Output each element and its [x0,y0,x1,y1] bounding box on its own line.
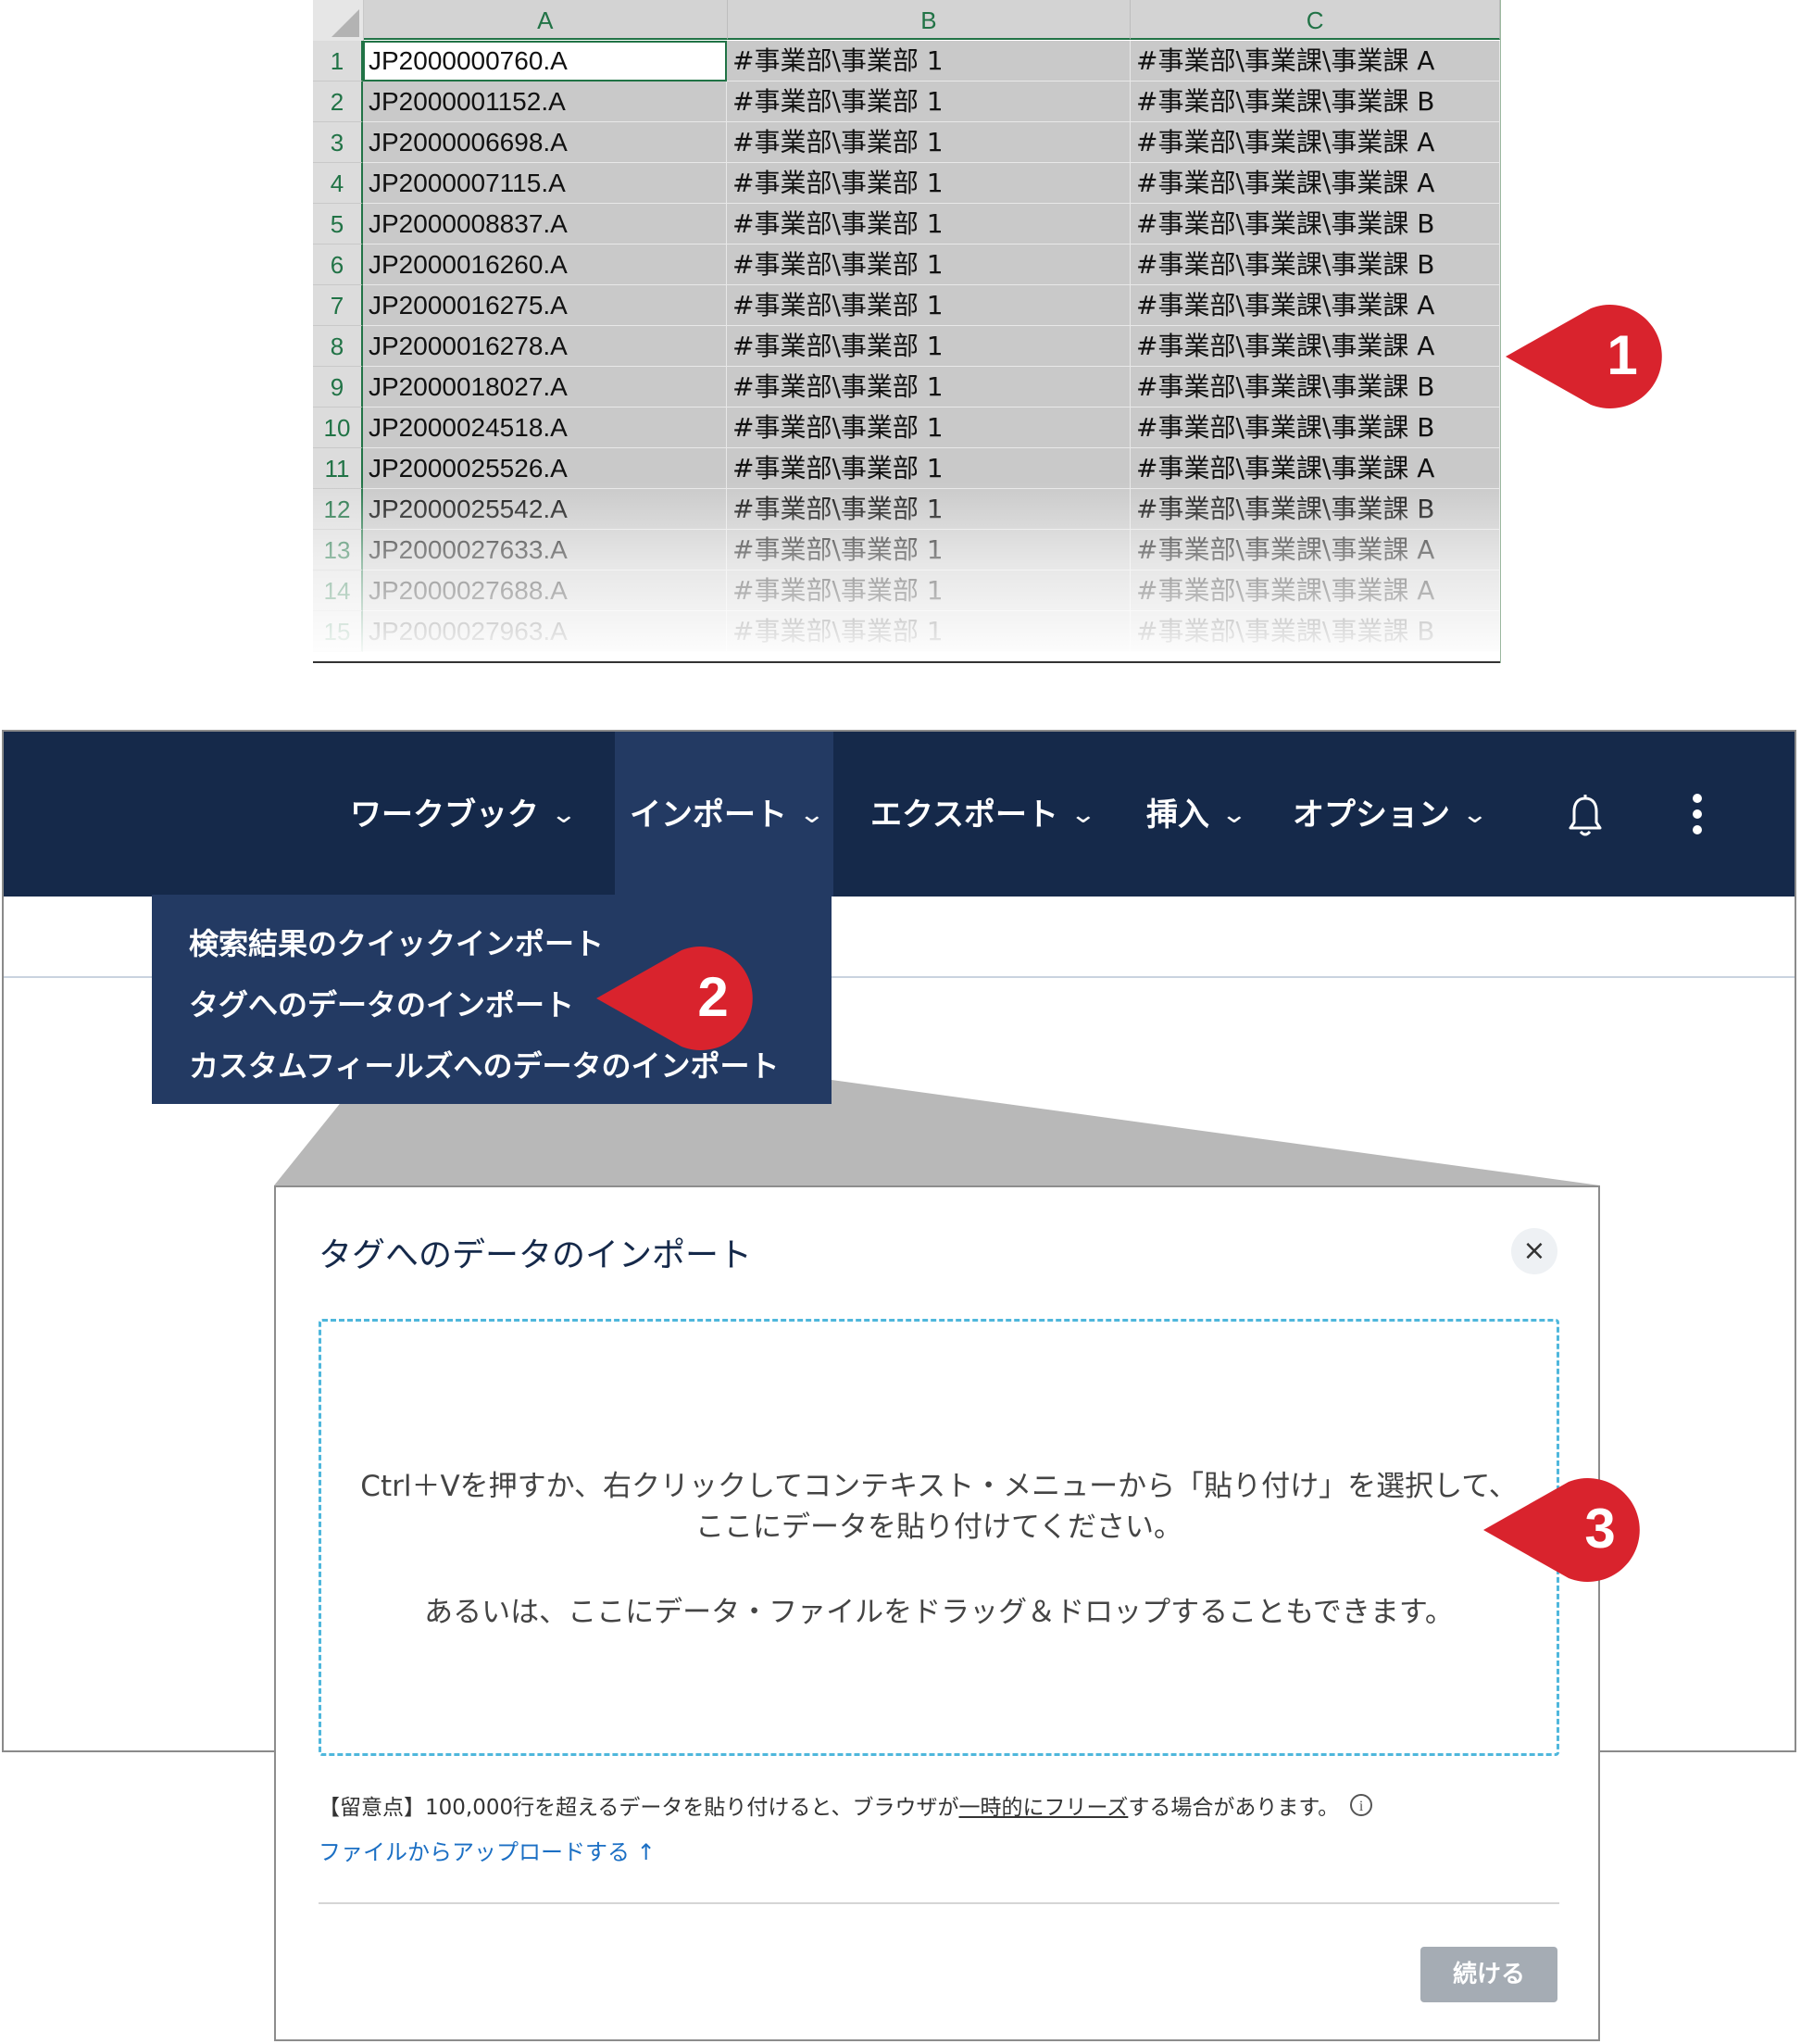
callout-3: 3 [1483,1474,1650,1586]
dropzone-drag-hint: あるいは、ここにデータ・ファイルをドラッグ＆ドロップすることもできます。 [424,1596,1454,1629]
callout-2: 2 [596,943,763,1054]
info-icon[interactable]: i [1350,1794,1373,1816]
dialog-footer-divider [319,1902,1559,1904]
dialog-title: タグへのデータのインポート [319,1236,753,1274]
paste-drop-zone[interactable]: Ctrl＋Vを押すか、右クリックしてコンテキスト・メニューから「貼り付け」を選択… [319,1319,1559,1756]
callout-3-number: 3 [1584,1498,1616,1560]
note-text-after: する場合があります。 [1128,1796,1340,1820]
upload-from-file-link[interactable]: ファイルからアップロードする ↑ [319,1834,656,1866]
continue-button[interactable]: 続ける [1420,1947,1557,2002]
dropzone-instructions: Ctrl＋Vを押すか、右クリックしてコンテキスト・メニューから「貼り付け」を選択… [360,1470,1518,1544]
close-icon[interactable]: × [1511,1228,1557,1274]
note-text-before: 【留意点】100,000行を超えるデータを貼り付けると、ブラウザが [319,1796,959,1820]
import-to-tags-dialog: タグへのデータのインポート × Ctrl＋Vを押すか、右クリックしてコンテキスト… [274,1185,1600,2041]
paste-limit-note: 【留意点】100,000行を超えるデータを貼り付けると、ブラウザが 一時的にフリー… [319,1789,1373,1821]
callout-2-number: 2 [697,966,729,1028]
note-link-freeze[interactable]: 一時的にフリーズ [959,1789,1129,1821]
